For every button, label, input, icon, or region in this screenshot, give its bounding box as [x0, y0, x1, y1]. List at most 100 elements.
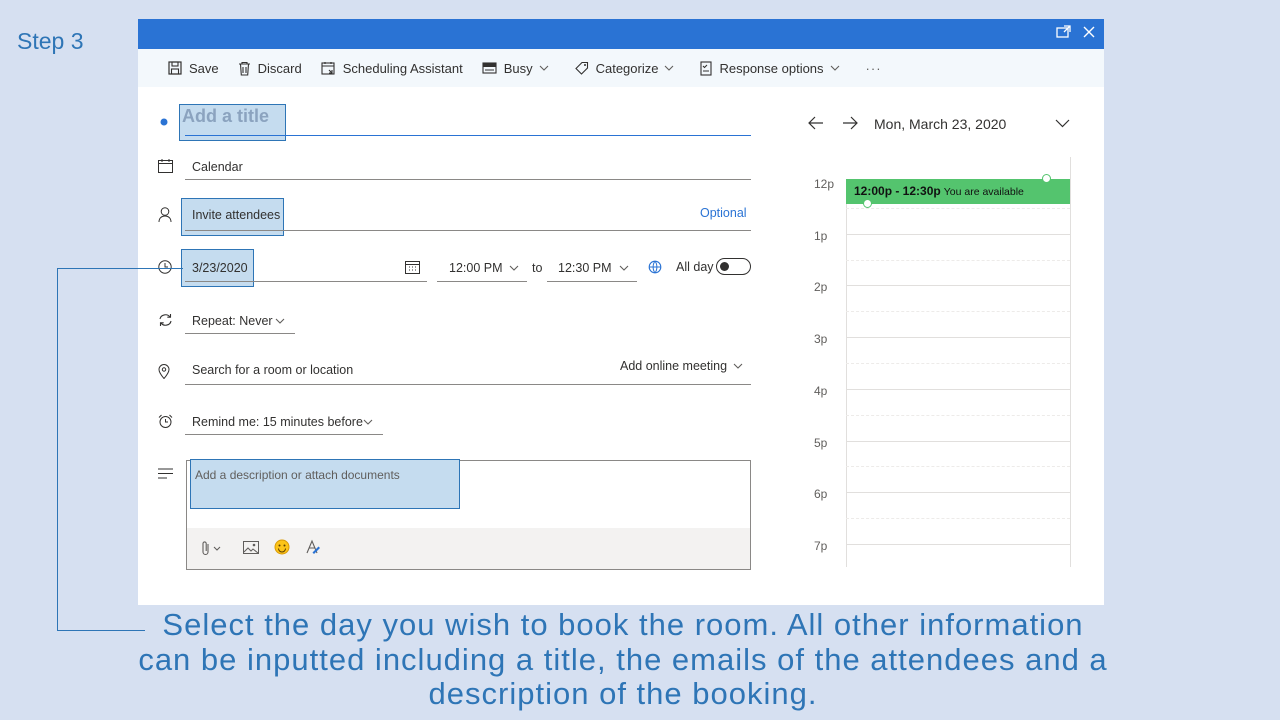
- hour-label: 12p: [814, 177, 835, 191]
- scheduling-assistant-button[interactable]: Scheduling Assistant: [321, 61, 463, 76]
- categorize-dropdown[interactable]: Categorize: [574, 60, 682, 76]
- location-input[interactable]: Search for a room or location: [192, 363, 353, 377]
- close-icon[interactable]: [1082, 25, 1096, 44]
- start-time-select[interactable]: 12:00 PM: [449, 261, 503, 275]
- chevron-down-icon: [830, 65, 839, 71]
- tag-icon: [574, 61, 588, 75]
- hour-label: 3p: [814, 332, 828, 347]
- step-label: Step 3: [17, 28, 84, 54]
- trash-icon: [238, 61, 250, 76]
- optional-attendees-link[interactable]: Optional: [700, 206, 747, 220]
- scheduling-icon: [321, 62, 335, 75]
- hour-label: 4p: [814, 383, 828, 398]
- callout-line-vertical: [57, 268, 58, 631]
- pop-out-icon[interactable]: [1056, 25, 1072, 44]
- date-picker-icon[interactable]: [405, 260, 420, 274]
- more-options-button[interactable]: ···: [866, 61, 882, 76]
- half-hour-gridline: [846, 259, 1070, 261]
- attach-icon[interactable]: [201, 540, 223, 556]
- hour-gridline: [846, 543, 1070, 545]
- event-block[interactable]: 12:00p - 12:30p You are available: [846, 179, 1070, 204]
- end-time-underline: [547, 281, 637, 282]
- invite-attendees-input[interactable]: Invite attendees: [192, 208, 280, 222]
- title-underline: [185, 135, 751, 136]
- start-date-input[interactable]: 3/23/2020: [192, 261, 248, 275]
- start-time-underline: [437, 281, 527, 282]
- discard-label: Discard: [257, 60, 302, 76]
- chevron-down-icon: [509, 265, 519, 271]
- hour-label: 7p: [814, 538, 828, 553]
- busy-dropdown[interactable]: Busy: [482, 61, 556, 76]
- arrow-left-icon[interactable]: [808, 116, 824, 130]
- description-highlight: [190, 459, 460, 509]
- event-resize-handle-bottom[interactable]: [863, 199, 872, 208]
- event-status: You are available: [943, 186, 1024, 198]
- hour-label: 5p: [814, 435, 828, 450]
- add-online-meeting-dropdown[interactable]: Add online meeting: [620, 359, 727, 373]
- to-label: to: [532, 261, 543, 275]
- end-time-select[interactable]: 12:30 PM: [558, 261, 612, 275]
- calendar-date-label: Mon, March 23, 2020: [874, 116, 1007, 132]
- half-hour-gridline: [846, 311, 1070, 313]
- emoji-icon[interactable]: [274, 539, 290, 555]
- half-hour-gridline: [846, 466, 1070, 468]
- callout-line-top: [57, 268, 183, 269]
- save-icon: [168, 61, 182, 75]
- half-hour-gridline: [846, 207, 1070, 209]
- location-pin-icon: [158, 364, 170, 379]
- scheduling-assistant-label: Scheduling Assistant: [342, 60, 463, 76]
- chevron-down-icon: [733, 363, 743, 369]
- text-lines-icon: [158, 468, 173, 479]
- all-day-toggle[interactable]: [716, 258, 751, 275]
- half-hour-gridline: [846, 414, 1070, 416]
- grid-left-border: [846, 179, 847, 567]
- date-underline: [185, 281, 427, 282]
- toolbar: Save Discard Scheduling Assistant Busy C…: [138, 49, 1104, 87]
- grid-right-border: [1070, 157, 1071, 567]
- format-text-icon[interactable]: [305, 539, 321, 555]
- title-bar: [138, 19, 1104, 49]
- event-time: 12:00p - 12:30p: [854, 184, 941, 198]
- reminder-select[interactable]: Remind me: 15 minutes before: [192, 415, 363, 429]
- event-form: Add a title Calendar Invite attendees Op…: [138, 87, 768, 605]
- hour-gridline: [846, 440, 1070, 442]
- save-button[interactable]: Save: [168, 61, 219, 76]
- attendees-underline: [185, 230, 751, 231]
- response-options-dropdown[interactable]: Response options: [700, 61, 846, 76]
- title-input[interactable]: Add a title: [182, 106, 269, 127]
- time-zone-icon[interactable]: [648, 260, 662, 274]
- chevron-down-icon: [619, 265, 629, 271]
- instruction-caption: Select the day you wish to book the room…: [138, 607, 1108, 711]
- hour-gridline: [846, 388, 1070, 390]
- calendar-underline: [185, 179, 751, 180]
- response-options-label: Response options: [719, 60, 824, 76]
- hour-gridline: [846, 337, 1070, 339]
- location-underline: [185, 384, 751, 385]
- hour-label: 6p: [814, 487, 828, 502]
- repeat-select[interactable]: Repeat: Never: [192, 314, 273, 328]
- hour-gridline: [846, 233, 1070, 235]
- chevron-down-icon: [665, 65, 674, 71]
- new-event-window: Save Discard Scheduling Assistant Busy C…: [138, 19, 1104, 605]
- hour-gridline: [846, 285, 1070, 287]
- insert-picture-icon[interactable]: [243, 541, 259, 554]
- hour-gridline: [846, 492, 1070, 494]
- all-day-label: All day: [676, 260, 714, 274]
- description-placeholder: Add a description or attach documents: [195, 468, 400, 482]
- save-label: Save: [189, 60, 219, 76]
- categorize-label: Categorize: [595, 60, 659, 76]
- callout-line-bottom: [57, 630, 145, 631]
- alarm-clock-icon: [158, 414, 173, 428]
- discard-button[interactable]: Discard: [238, 61, 302, 76]
- day-calendar-panel: Mon, March 23, 2020 12p 1p 2p 3p 4p 5p 6p 7p 12…: [798, 87, 1098, 605]
- busy-icon: [482, 62, 497, 74]
- calendar-select[interactable]: Calendar: [192, 160, 243, 174]
- repeat-underline: [185, 333, 295, 334]
- chevron-down-icon[interactable]: [1055, 119, 1070, 128]
- response-options-icon: [700, 60, 713, 76]
- event-resize-handle-top[interactable]: [1042, 174, 1051, 183]
- chevron-down-icon: [363, 419, 373, 425]
- hour-label: 2p: [814, 280, 828, 295]
- description-toolbar: [187, 528, 750, 569]
- arrow-right-icon[interactable]: [842, 116, 858, 130]
